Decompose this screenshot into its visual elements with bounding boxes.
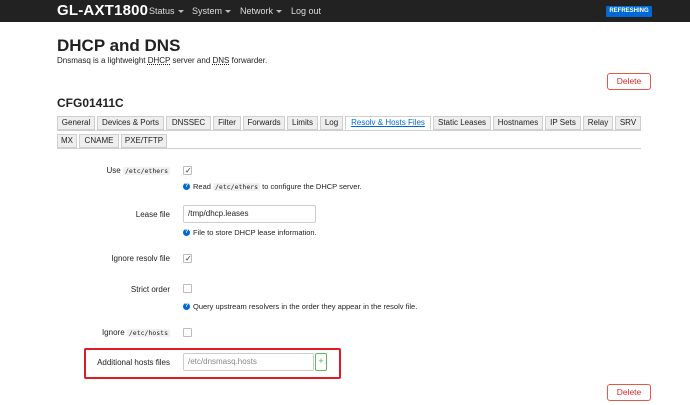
tab-dnssec[interactable]: DNSSEC bbox=[166, 116, 211, 130]
menu-system-label: System bbox=[192, 6, 223, 16]
tab-mx[interactable]: MX bbox=[57, 134, 77, 148]
tab-forwards[interactable]: Forwards bbox=[243, 116, 285, 130]
help-icon: ? bbox=[183, 182, 190, 190]
lease-file-input[interactable]: /tmp/dhcp.leases bbox=[183, 205, 316, 223]
tab-static-leases[interactable]: Static Leases bbox=[433, 116, 491, 130]
tab-resolv-hosts-files[interactable]: Resolv & Hosts Files bbox=[345, 116, 431, 130]
additional-hosts-input[interactable]: /etc/dnsmasq.hosts bbox=[183, 353, 314, 371]
tab-log[interactable]: Log bbox=[320, 116, 343, 130]
delete-button-top[interactable]: Delete bbox=[607, 73, 651, 90]
desc-text-3: forwarder. bbox=[229, 56, 268, 65]
use-ethers-label-text: Use bbox=[106, 166, 123, 175]
top-navbar: GL-AXT1800 Status System Network Log out… bbox=[0, 0, 690, 22]
tabs-divider-2 bbox=[57, 148, 641, 149]
section-title: CFG01411C bbox=[57, 96, 124, 110]
brand-logo[interactable]: GL-AXT1800 bbox=[57, 2, 148, 19]
tab-devices-ports[interactable]: Devices & Ports bbox=[97, 116, 164, 130]
chevron-down-icon bbox=[276, 10, 283, 14]
chevron-down-icon bbox=[177, 10, 184, 14]
tab-pxe-tftp[interactable]: PXE/TFTP bbox=[121, 134, 167, 148]
checkmark-icon: ✓ bbox=[185, 166, 192, 175]
use-ethers-label-code: /etc/ethers bbox=[122, 167, 170, 175]
tab-cname[interactable]: CNAME bbox=[79, 134, 119, 148]
tab-hostnames[interactable]: Hostnames bbox=[493, 116, 543, 130]
strict-order-checkbox[interactable] bbox=[183, 284, 192, 293]
chevron-down-icon bbox=[225, 10, 232, 14]
lease-file-help: ? File to store DHCP lease information. bbox=[183, 228, 317, 237]
use-ethers-checkbox[interactable]: ✓ bbox=[183, 166, 192, 175]
menu-network[interactable]: Network bbox=[240, 6, 283, 16]
tab-ip-sets[interactable]: IP Sets bbox=[545, 116, 581, 130]
add-hosts-file-button[interactable]: + bbox=[315, 353, 327, 371]
ignore-hosts-label: Ignore /etc/hosts bbox=[50, 328, 170, 337]
use-ethers-help-text-2: to configure the DHCP server. bbox=[260, 182, 362, 191]
page-description: Dnsmasq is a lightweight DHCP server and… bbox=[57, 56, 267, 65]
page-title: DHCP and DNS bbox=[57, 36, 181, 55]
abbr-dns: DNS bbox=[212, 56, 230, 65]
lease-file-label: Lease file bbox=[135, 210, 170, 219]
abbr-dhcp: DHCP bbox=[147, 56, 171, 65]
desc-text-2: server and bbox=[170, 56, 213, 65]
strict-order-label: Strict order bbox=[130, 285, 170, 294]
tab-general[interactable]: General bbox=[57, 116, 95, 130]
ignore-resolv-checkbox[interactable]: ✓ bbox=[183, 254, 192, 263]
delete-button-bottom[interactable]: Delete bbox=[607, 384, 651, 401]
use-ethers-help-text-1: Read bbox=[193, 182, 214, 191]
desc-text-1: Dnsmasq is a lightweight bbox=[57, 56, 148, 65]
refreshing-badge[interactable]: REFRESHING bbox=[606, 6, 652, 17]
ignore-hosts-label-text: Ignore bbox=[101, 328, 127, 337]
strict-order-help-text: Query upstream resolvers in the order th… bbox=[193, 302, 418, 311]
logout-link[interactable]: Log out bbox=[291, 6, 321, 16]
tab-limits[interactable]: Limits bbox=[287, 116, 318, 130]
help-icon: ? bbox=[183, 228, 190, 236]
ignore-hosts-checkbox[interactable] bbox=[183, 328, 192, 337]
menu-status-label: Status bbox=[149, 6, 175, 16]
help-icon: ? bbox=[183, 302, 190, 310]
use-ethers-label: Use /etc/ethers bbox=[50, 166, 170, 175]
ignore-resolv-label: Ignore resolv file bbox=[111, 254, 170, 263]
tabs-divider-1 bbox=[57, 130, 641, 131]
menu-status[interactable]: Status bbox=[149, 6, 184, 16]
strict-order-help: ? Query upstream resolvers in the order t… bbox=[183, 302, 417, 311]
menu-system[interactable]: System bbox=[192, 6, 232, 16]
lease-file-help-text: File to store DHCP lease information. bbox=[193, 228, 317, 237]
use-ethers-help-code: /etc/ethers bbox=[213, 183, 261, 191]
use-ethers-help: ? Read /etc/ethers to configure the DHCP … bbox=[183, 182, 362, 191]
tab-srv[interactable]: SRV bbox=[615, 116, 641, 130]
menu-network-label: Network bbox=[240, 6, 274, 16]
ignore-hosts-label-code: /etc/hosts bbox=[126, 329, 170, 337]
checkmark-icon: ✓ bbox=[185, 254, 192, 263]
tab-relay[interactable]: Relay bbox=[583, 116, 613, 130]
additional-hosts-label: Additional hosts files bbox=[97, 358, 170, 367]
tab-filter[interactable]: Filter bbox=[213, 116, 241, 130]
